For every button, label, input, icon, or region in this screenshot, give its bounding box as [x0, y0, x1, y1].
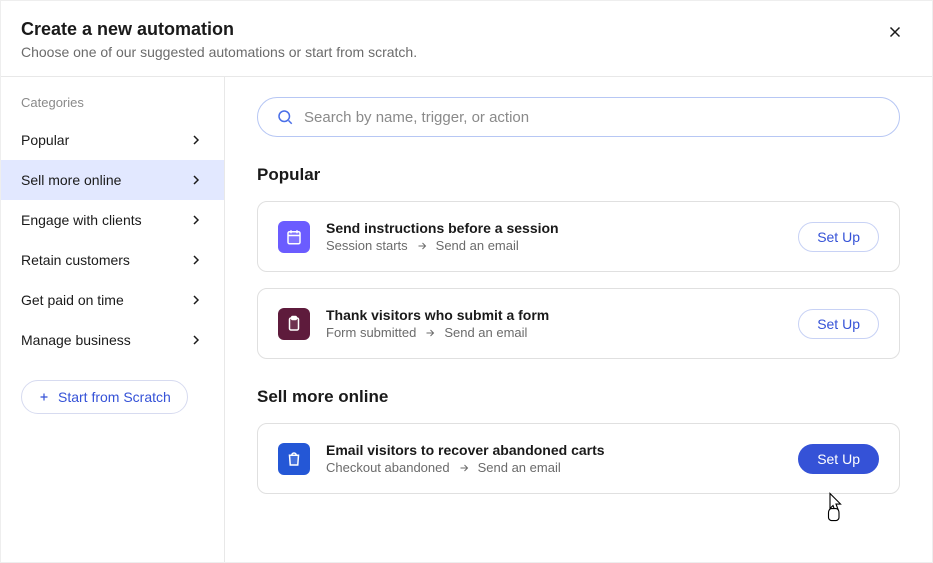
card-subtitle: Form submitted Send an email — [326, 325, 782, 340]
search-icon — [276, 108, 294, 126]
shopping-bag-icon — [278, 443, 310, 475]
card-title: Email visitors to recover abandoned cart… — [326, 442, 782, 458]
header-text: Create a new automation Choose one of ou… — [21, 19, 417, 60]
card-trigger: Checkout abandoned — [326, 460, 450, 475]
main-panel: Popular Send instructions before a sessi… — [225, 77, 932, 562]
start-from-scratch-button[interactable]: Start from Scratch — [21, 380, 188, 414]
sidebar-item-label: Popular — [21, 132, 69, 148]
sidebar-item-manage-business[interactable]: Manage business — [1, 320, 224, 360]
sidebar: Categories Popular Sell more online Enga… — [1, 77, 225, 562]
section-title-popular: Popular — [257, 165, 900, 185]
section-title-sell-more-online: Sell more online — [257, 387, 900, 407]
sidebar-item-label: Get paid on time — [21, 292, 124, 308]
card-action: Send an email — [436, 238, 519, 253]
card-action: Send an email — [444, 325, 527, 340]
clipboard-icon — [278, 308, 310, 340]
plus-icon — [38, 391, 50, 403]
search-field[interactable] — [257, 97, 900, 137]
card-subtitle: Session starts Send an email — [326, 238, 782, 253]
close-button[interactable] — [878, 19, 912, 49]
card-text: Email visitors to recover abandoned cart… — [326, 442, 782, 475]
card-text: Thank visitors who submit a form Form su… — [326, 307, 782, 340]
modal-subtitle: Choose one of our suggested automations … — [21, 44, 417, 60]
card-subtitle: Checkout abandoned Send an email — [326, 460, 782, 475]
sidebar-item-label: Sell more online — [21, 172, 121, 188]
sidebar-item-label: Manage business — [21, 332, 131, 348]
sidebar-item-retain-customers[interactable]: Retain customers — [1, 240, 224, 280]
arrow-right-icon — [416, 240, 428, 252]
categories-label: Categories — [1, 95, 224, 120]
modal-body: Categories Popular Sell more online Enga… — [1, 77, 932, 562]
arrow-right-icon — [424, 327, 436, 339]
setup-button[interactable]: Set Up — [798, 222, 879, 252]
calendar-icon — [278, 221, 310, 253]
card-title: Thank visitors who submit a form — [326, 307, 782, 323]
search-input[interactable] — [304, 109, 881, 126]
sidebar-item-engage-with-clients[interactable]: Engage with clients — [1, 200, 224, 240]
sidebar-item-get-paid-on-time[interactable]: Get paid on time — [1, 280, 224, 320]
setup-button[interactable]: Set Up — [798, 309, 879, 339]
sidebar-item-label: Engage with clients — [21, 212, 142, 228]
card-action: Send an email — [478, 460, 561, 475]
close-icon — [886, 23, 904, 41]
scratch-label: Start from Scratch — [58, 389, 171, 405]
automation-card: Send instructions before a session Sessi… — [257, 201, 900, 272]
card-text: Send instructions before a session Sessi… — [326, 220, 782, 253]
chevron-right-icon — [188, 172, 204, 188]
card-trigger: Form submitted — [326, 325, 416, 340]
chevron-right-icon — [188, 252, 204, 268]
chevron-right-icon — [188, 292, 204, 308]
arrow-right-icon — [458, 462, 470, 474]
sidebar-items: Popular Sell more online Engage with cli… — [1, 120, 224, 360]
chevron-right-icon — [188, 332, 204, 348]
sidebar-item-label: Retain customers — [21, 252, 130, 268]
modal-header: Create a new automation Choose one of ou… — [1, 1, 932, 77]
sidebar-item-popular[interactable]: Popular — [1, 120, 224, 160]
scratch-wrap: Start from Scratch — [1, 360, 224, 414]
card-trigger: Session starts — [326, 238, 408, 253]
automation-card: Thank visitors who submit a form Form su… — [257, 288, 900, 359]
chevron-right-icon — [188, 212, 204, 228]
chevron-right-icon — [188, 132, 204, 148]
sidebar-item-sell-more-online[interactable]: Sell more online — [1, 160, 224, 200]
card-title: Send instructions before a session — [326, 220, 782, 236]
modal-title: Create a new automation — [21, 19, 417, 40]
automation-modal: Create a new automation Choose one of ou… — [0, 0, 933, 563]
setup-button[interactable]: Set Up — [798, 444, 879, 474]
automation-card: Email visitors to recover abandoned cart… — [257, 423, 900, 494]
